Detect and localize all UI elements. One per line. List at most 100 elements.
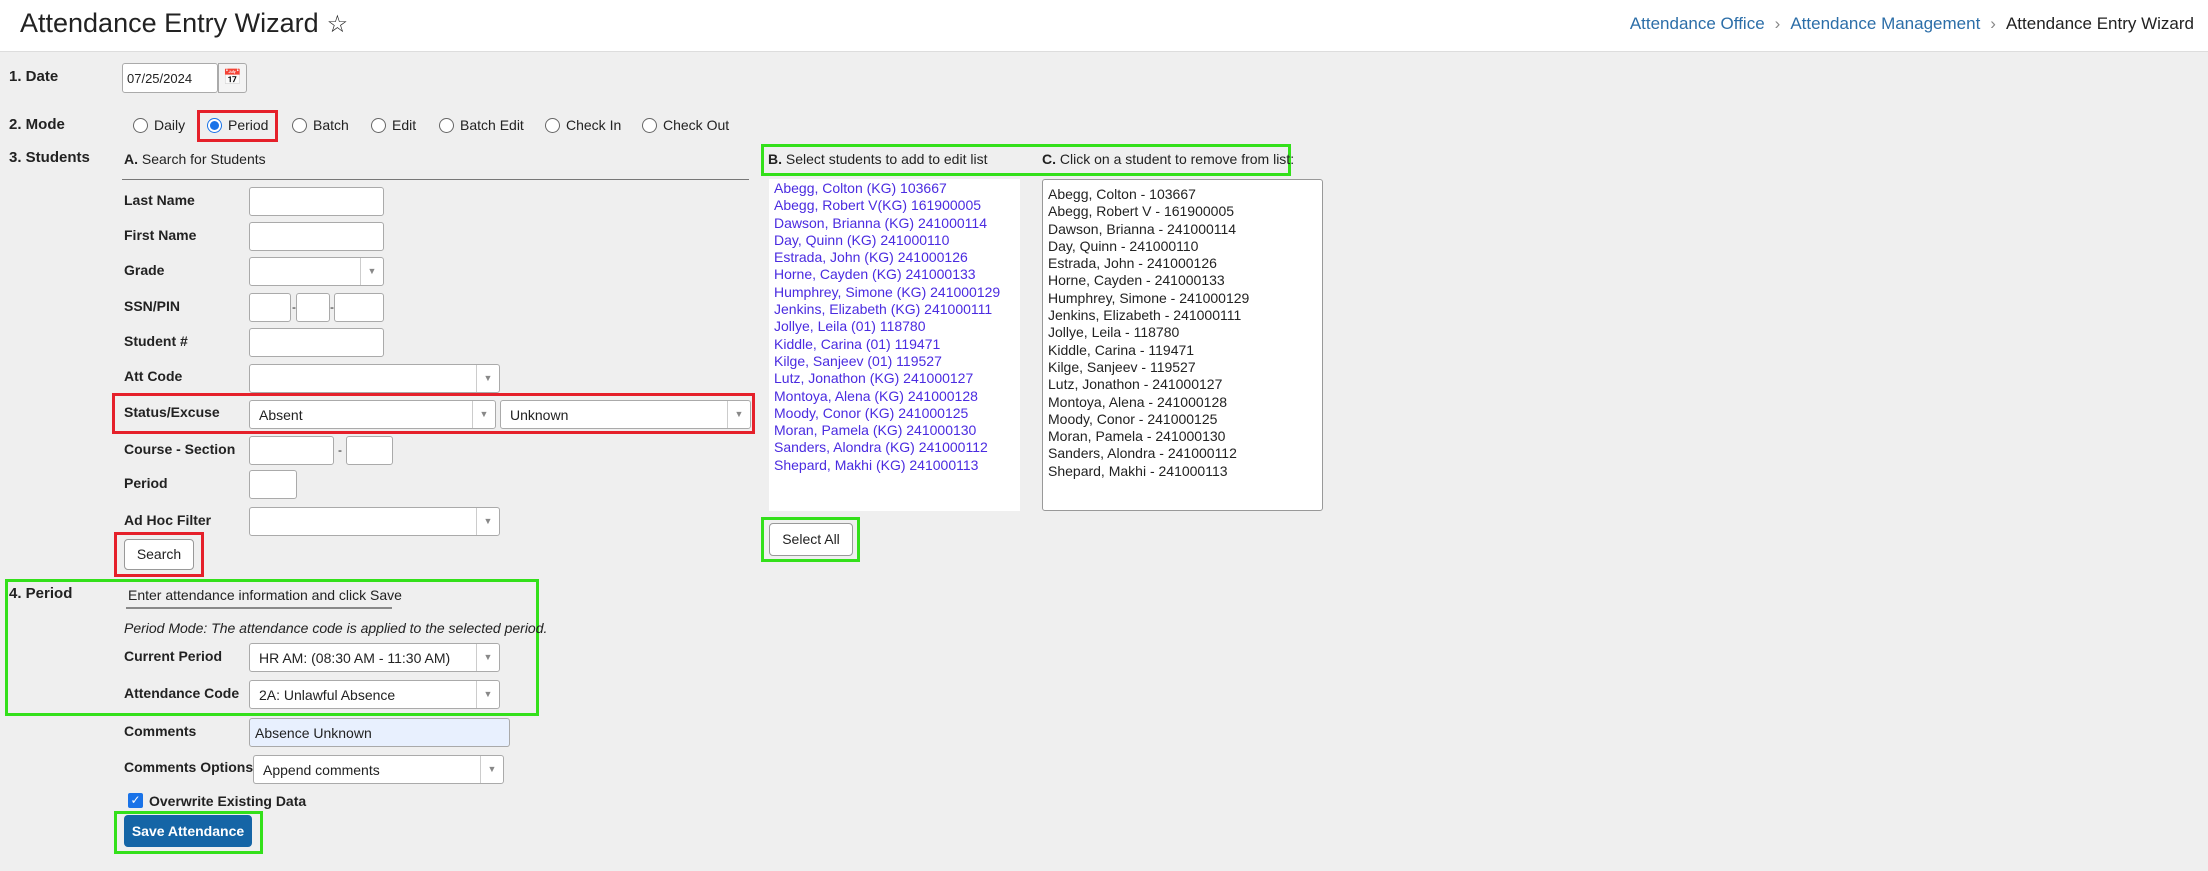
mode-radio-daily[interactable]: Daily — [133, 115, 185, 135]
mode-radio-check-out[interactable]: Check Out — [642, 115, 729, 135]
star-outline-icon[interactable]: ☆ — [327, 11, 349, 38]
course-section-label: Course - Section — [124, 441, 236, 457]
period-label: Period — [124, 475, 168, 491]
last-name-label: Last Name — [124, 192, 195, 208]
period-instruction: Enter attendance information and click S… — [126, 587, 402, 609]
ssn-input-3[interactable] — [334, 293, 384, 322]
student-list-item[interactable]: Horne, Cayden (KG) 241000133 — [774, 266, 1015, 283]
student-list-item[interactable]: Abegg, Colton (KG) 103667 — [774, 180, 1015, 197]
ad-hoc-filter-select[interactable]: ▼ — [249, 507, 500, 536]
student-list-item[interactable]: Dawson, Brianna - 241000114 — [1048, 221, 1317, 238]
dropdown-arrow-icon: ▼ — [476, 365, 499, 392]
student-list-item[interactable]: Sanders, Alondra - 241000112 — [1048, 445, 1317, 462]
first-name-label: First Name — [124, 227, 197, 243]
ssn-input-1[interactable] — [249, 293, 291, 322]
ssn-input-2[interactable] — [296, 293, 330, 322]
section-input[interactable] — [346, 436, 393, 465]
student-list-item[interactable]: Moran, Pamela (KG) 241000130 — [774, 422, 1015, 439]
student-list-item[interactable]: Kilge, Sanjeev - 119527 — [1048, 359, 1317, 376]
available-students-list[interactable]: Abegg, Colton (KG) 103667 Abegg, Robert V… — [769, 179, 1020, 511]
status-select[interactable]: Absent ▼ — [249, 400, 496, 429]
student-list-item[interactable]: Jollye, Leila (01) 118780 — [774, 318, 1015, 335]
student-list-item[interactable]: Abegg, Colton - 103667 — [1048, 186, 1317, 203]
overwrite-label: Overwrite Existing Data — [149, 793, 307, 809]
last-name-input[interactable] — [249, 187, 384, 216]
comments-label: Comments — [124, 723, 197, 739]
radio-icon — [133, 117, 148, 133]
mode-radio-batch[interactable]: Batch — [292, 115, 349, 135]
mode-radio-check-in[interactable]: Check In — [545, 115, 621, 135]
save-attendance-button[interactable]: Save Attendance — [124, 815, 252, 847]
attendance-code-select[interactable]: 2A: Unlawful Absence ▼ — [249, 680, 500, 709]
student-list-item[interactable]: Estrada, John (KG) 241000126 — [774, 249, 1015, 266]
student-list-item[interactable]: Abegg, Robert V - 161900005 — [1048, 203, 1317, 220]
radio-icon — [292, 117, 307, 133]
dropdown-arrow-icon: ▼ — [472, 401, 495, 428]
breadcrumb-current: Attendance Entry Wizard — [2005, 14, 2194, 33]
mode-section-label: 2. Mode — [9, 116, 65, 133]
calendar-icon[interactable]: 📅 — [218, 63, 247, 93]
mode-radio-edit[interactable]: Edit — [371, 115, 416, 135]
select-all-button[interactable]: Select All — [769, 523, 853, 556]
student-list-item[interactable]: Day, Quinn (KG) 241000110 — [774, 232, 1015, 249]
student-list-item[interactable]: Shepard, Makhi - 241000113 — [1048, 463, 1317, 480]
student-list-item[interactable]: Shepard, Makhi (KG) 241000113 — [774, 457, 1015, 474]
selected-students-heading: C. Click on a student to remove from lis… — [1042, 151, 1295, 167]
breadcrumb-attendance-management[interactable]: Attendance Management — [1790, 14, 1980, 33]
course-input[interactable] — [249, 436, 334, 465]
excuse-select[interactable]: Unknown ▼ — [500, 400, 751, 429]
period-input[interactable] — [249, 470, 297, 499]
student-list-item[interactable]: Day, Quinn - 241000110 — [1048, 238, 1317, 255]
student-number-input[interactable] — [249, 328, 384, 357]
ssn-label: SSN/PIN — [124, 298, 181, 314]
student-list-item[interactable]: Moody, Conor - 241000125 — [1048, 411, 1317, 428]
student-list-item[interactable]: Estrada, John - 241000126 — [1048, 255, 1317, 272]
student-list-item[interactable]: Sanders, Alondra (KG) 241000112 — [774, 439, 1015, 456]
mode-radio-batch-edit[interactable]: Batch Edit — [439, 115, 524, 135]
available-students-heading: B. Select students to add to edit list — [768, 151, 988, 167]
att-code-select[interactable]: ▼ — [249, 364, 500, 393]
student-list-item[interactable]: Horne, Cayden - 241000133 — [1048, 272, 1317, 289]
chevron-right-icon: › — [1774, 14, 1781, 33]
dropdown-arrow-icon: ▼ — [480, 756, 503, 783]
comments-options-select[interactable]: Append comments ▼ — [253, 755, 504, 784]
dash: - — [338, 443, 342, 457]
date-section-label: 1. Date — [9, 68, 59, 85]
search-heading: A. Search for Students — [124, 151, 266, 167]
student-list-item[interactable]: Moody, Conor (KG) 241000125 — [774, 405, 1015, 422]
first-name-input[interactable] — [249, 222, 384, 251]
comments-input[interactable]: Absence Unknown — [249, 718, 510, 747]
student-list-item[interactable]: Lutz, Jonathon (KG) 241000127 — [774, 370, 1015, 387]
student-list-item[interactable]: Jenkins, Elizabeth - 241000111 — [1048, 307, 1317, 324]
selected-students-list[interactable]: Abegg, Colton - 103667 Abegg, Robert V - … — [1042, 179, 1323, 511]
student-list-item[interactable]: Montoya, Alena - 241000128 — [1048, 394, 1317, 411]
grade-select[interactable]: ▼ — [249, 257, 384, 286]
breadcrumb-attendance-office[interactable]: Attendance Office — [1630, 14, 1765, 33]
student-list-item[interactable]: Dawson, Brianna (KG) 241000114 — [774, 215, 1015, 232]
student-list-item[interactable]: Kiddle, Carina (01) 119471 — [774, 336, 1015, 353]
date-input[interactable]: 07/25/2024 — [122, 63, 218, 93]
student-list-item[interactable]: Moran, Pamela - 241000130 — [1048, 428, 1317, 445]
student-list-item[interactable]: Kiddle, Carina - 119471 — [1048, 342, 1317, 359]
student-list-item[interactable]: Jenkins, Elizabeth (KG) 241000111 — [774, 301, 1015, 318]
student-list-item[interactable]: Montoya, Alena (KG) 241000128 — [774, 388, 1015, 405]
search-button[interactable]: Search — [124, 539, 194, 570]
dropdown-arrow-icon: ▼ — [360, 258, 383, 285]
student-list-item[interactable]: Humphrey, Simone (KG) 241000129 — [774, 284, 1015, 301]
current-period-select[interactable]: HR AM: (08:30 AM - 11:30 AM) ▼ — [249, 643, 500, 672]
page-title: Attendance Entry Wizard ☆ — [20, 8, 349, 38]
grade-label: Grade — [124, 262, 165, 278]
page-header: Attendance Entry Wizard ☆ Attendance Offi… — [0, 0, 2208, 52]
student-list-item[interactable]: Humphrey, Simone - 241000129 — [1048, 290, 1317, 307]
divider — [122, 179, 749, 180]
overwrite-checkbox[interactable]: ✓ — [128, 793, 143, 808]
period-section-label: 4. Period — [9, 585, 73, 602]
mode-radio-period[interactable]: Period — [207, 115, 268, 135]
chevron-right-icon: › — [1990, 14, 1996, 33]
student-list-item[interactable]: Lutz, Jonathon - 241000127 — [1048, 376, 1317, 393]
student-list-item[interactable]: Jollye, Leila - 118780 — [1048, 324, 1317, 341]
radio-icon — [439, 117, 454, 133]
student-list-item[interactable]: Kilge, Sanjeev (01) 119527 — [774, 353, 1015, 370]
dropdown-arrow-icon: ▼ — [476, 508, 499, 535]
student-list-item[interactable]: Abegg, Robert V(KG) 161900005 — [774, 197, 1015, 214]
